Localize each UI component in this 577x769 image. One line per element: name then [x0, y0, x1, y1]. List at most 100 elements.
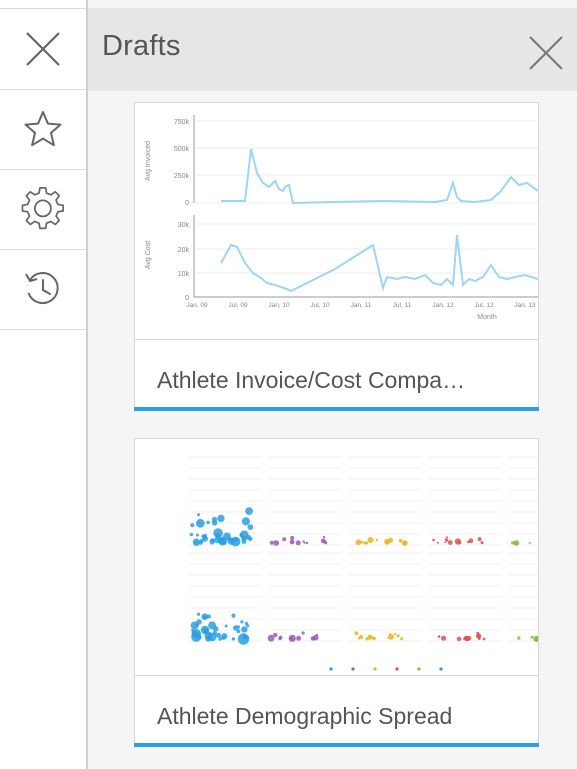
scatter-point [241, 626, 248, 633]
close-icon [26, 32, 60, 66]
scatter-point [441, 635, 447, 641]
scatter-point [403, 541, 407, 545]
legend-swatch [395, 667, 399, 671]
scatter-point [269, 540, 274, 545]
draft-title: Athlete Demographic Spread [157, 703, 453, 729]
y-tick-label: 250k [174, 173, 190, 180]
scatter-point [221, 636, 226, 640]
panel-divider [86, 0, 88, 769]
y-tick-label: 0 [185, 200, 189, 207]
legend-swatch [417, 667, 421, 671]
scatter-point [244, 621, 249, 626]
scatter-point [197, 513, 200, 517]
scatter-point [296, 635, 302, 641]
scatter-point [360, 541, 364, 544]
scatter-point [199, 541, 203, 545]
scatter-point [201, 534, 205, 538]
scatter-point [198, 635, 202, 640]
draft-thumbnail [135, 439, 538, 676]
scatter-point [456, 636, 462, 642]
history-button[interactable] [0, 249, 86, 330]
scatter-point [530, 635, 534, 639]
close-drafts-button[interactable] [0, 9, 86, 90]
x-tick-label: Jan, 10 [268, 302, 290, 309]
scatter-point [432, 538, 435, 542]
scatter-point [206, 520, 210, 525]
scatter-point [375, 538, 379, 542]
scatter-point [290, 541, 293, 544]
scatter-point [231, 613, 236, 618]
scatter-point [213, 626, 219, 632]
x-tick-label: Jul, 09 [228, 302, 248, 309]
y-tick-label: 750k [174, 119, 190, 126]
scatter-point [211, 516, 218, 523]
scatter-point [217, 514, 225, 523]
scatter-point [246, 636, 250, 640]
scatter-point [373, 636, 376, 639]
draft-card[interactable]: 750k 500k 250k 0 30k 20k 10k 0 Avg Invoi… [134, 102, 539, 411]
legend-swatch [329, 667, 333, 671]
scatter-point [386, 540, 389, 544]
scatter-point [303, 541, 306, 544]
scatter-point [482, 637, 486, 641]
x-tick-label: Jan, 11 [351, 302, 372, 309]
scatter-chart-thumbnail [189, 456, 538, 671]
favorites-button[interactable] [0, 89, 86, 170]
draft-thumbnail: 750k 500k 250k 0 30k 20k 10k 0 Avg Invoi… [135, 103, 538, 340]
scatter-point [322, 535, 326, 539]
scatter-point [364, 541, 368, 545]
scatter-point [290, 637, 293, 640]
y-axis-title: Avg Invoiced [145, 141, 152, 181]
line-chart-thumbnail: 750k 500k 250k 0 30k 20k 10k 0 Avg Invoi… [145, 115, 538, 321]
y-tick-label: 500k [174, 146, 190, 153]
y-tick-label: 30k [178, 222, 190, 229]
scatter-point [312, 636, 316, 640]
scatter-point [365, 637, 369, 641]
settings-button[interactable] [0, 169, 86, 250]
card-accent-bar [134, 743, 539, 747]
x-tick-labels: Jan, 09 Jul, 09 Jan, 10 Jul, 10 Jan, 11 … [186, 302, 536, 309]
y-tick-label: 10k [178, 271, 190, 278]
scatter-point [468, 538, 474, 544]
scatter-point [282, 537, 287, 542]
scatter-point [458, 541, 462, 545]
scatter-point [288, 637, 291, 640]
card-accent-bar [134, 407, 539, 411]
scatter-point [247, 524, 254, 530]
cost-series-line [220, 234, 538, 293]
scatter-point [206, 614, 211, 619]
y-tick-label: 0 [185, 295, 189, 302]
scatter-point [273, 632, 278, 638]
panel-close-button[interactable] [527, 34, 565, 72]
draft-card[interactable]: Athlete Demographic Spread [134, 438, 539, 747]
scatter-point [444, 541, 447, 544]
scatter-point [236, 625, 240, 629]
scatter-point [241, 539, 247, 544]
x-tick-label: Jan, 13 [514, 302, 536, 309]
scatter-point [214, 536, 221, 544]
scatter-point [205, 636, 211, 642]
scatter-point [239, 530, 249, 539]
scatter-point [320, 538, 326, 544]
scatter-point [213, 528, 223, 538]
history-icon [25, 272, 59, 305]
scatter-point [240, 620, 244, 624]
scatter-point [202, 615, 207, 620]
scatter-point [476, 631, 480, 635]
legend-swatch [439, 667, 443, 671]
scatter-point [301, 631, 305, 635]
scatter-point [398, 538, 403, 543]
scatter-point [194, 541, 198, 544]
scatter-point [195, 518, 205, 528]
legend-swatch [373, 667, 377, 671]
scatter-point [230, 536, 241, 547]
scatter-point [367, 537, 374, 543]
scatter-point [203, 628, 209, 634]
scatter-point [446, 536, 449, 539]
scatter-point [400, 637, 404, 641]
scatter-point [305, 541, 309, 545]
scatter-point [464, 635, 468, 640]
x-tick-label: Jan, 09 [186, 302, 208, 309]
scatter-point [354, 631, 359, 636]
scatter-point [513, 540, 518, 546]
